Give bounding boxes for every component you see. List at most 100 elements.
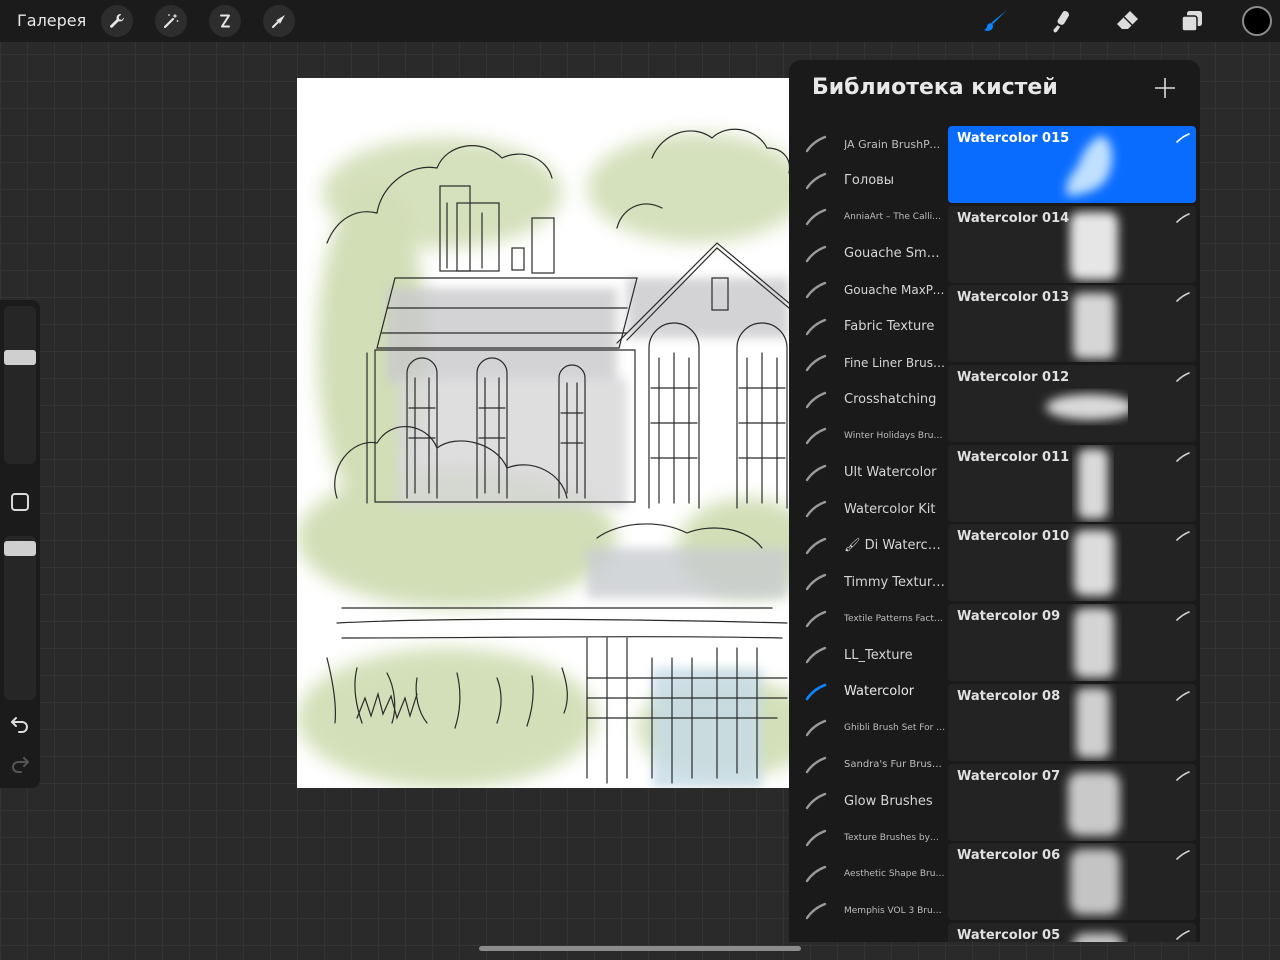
brush-stroke-icon [805,318,827,335]
brush-stroke-icon [805,500,827,518]
brush-card[interactable]: Watercolor 08 [948,683,1196,761]
brush-stroke-icon [805,464,827,481]
brush-set-item[interactable]: Glow Brushes [789,783,948,820]
brush-stroke-icon [805,646,827,664]
brush-stroke-preview [1070,211,1118,280]
smudge-icon [1053,11,1070,33]
brush-set-label: Fine Liner Brushes [844,356,946,371]
home-indicator[interactable] [479,946,801,951]
brush-set-label: JA Grain BrushPack [844,137,946,151]
pressure-icon [1176,292,1190,303]
brush-set-item[interactable]: Sandra's Fur Brushes [789,747,948,784]
brush-set-item[interactable]: Texture Brushes by… [789,820,948,857]
pressure-icon [1176,770,1190,781]
brush-set-label: Textile Patterns Factory [844,613,946,624]
brush-set-label: Gouache Smudge [844,246,946,262]
opacity-thumb[interactable] [4,541,36,556]
brush-set-label: Crosshatching [844,392,937,408]
layers-icon [1181,11,1202,32]
brush-set-item-active[interactable]: Watercolor [789,674,948,711]
brush-stroke-icon [805,537,827,554]
brush-tool[interactable] [980,6,1010,36]
brush-card[interactable]: Watercolor 011 [948,444,1196,522]
pressure-icon [1176,531,1190,542]
brush-stroke-icon [805,792,827,810]
brush-set-item[interactable]: Memphis VOL 3 Brushes [789,893,948,930]
brush-stroke-icon [805,391,827,408]
brush-set-item[interactable]: Watercolor Kit [789,491,948,528]
transform-button[interactable] [263,5,295,37]
eraser-tool[interactable] [1112,6,1142,36]
drawing-canvas[interactable] [297,78,789,788]
brush-card[interactable]: Watercolor 014 [948,205,1196,283]
plus-icon[interactable] [1153,76,1177,100]
brush-card[interactable]: Watercolor 010 [948,524,1196,602]
opacity-slider[interactable] [4,536,36,700]
brush-set-item[interactable]: Ult Watercolor [789,455,948,492]
undo-icon[interactable] [8,712,32,736]
brush-set-item[interactable]: Fabric Texture [789,309,948,346]
brush-set-item[interactable]: 🖌 Di Watercolor [789,528,948,565]
brush-set-label: AnniaArt – The Calligraphy… [844,212,946,223]
transform-arrow-icon [272,15,285,28]
brush-set-item[interactable]: Textile Patterns Factory [789,601,948,638]
brush-set-item[interactable]: Ghibli Brush Set For Procreate [789,710,948,747]
layers-tool[interactable] [1177,6,1207,36]
magic-wand-icon [163,13,179,29]
brush-stroke-icon [805,756,827,773]
brush-card[interactable]: Watercolor 012 [948,365,1196,443]
brush-size-slider[interactable] [4,306,36,464]
actions-button[interactable] [101,5,133,37]
brush-set-label: Головы [844,173,895,189]
eraser-icon [1117,11,1138,29]
brush-set-item[interactable]: LL_Texture [789,637,948,674]
brush-stroke-preview [1073,932,1123,942]
pressure-icon [1176,451,1190,462]
pressure-icon [1176,372,1190,382]
smudge-tool[interactable] [1046,6,1076,36]
brush-set-item[interactable]: Winter Holidays Brushes [789,418,948,455]
brush-set-item[interactable]: Gouache MaxPack [789,272,948,309]
brush-card[interactable]: Watercolor 09 [948,604,1196,682]
brush-card[interactable]: Watercolor 013 [948,285,1196,363]
adjustments-button[interactable] [155,5,187,37]
brush-card[interactable]: Watercolor 06 [948,843,1196,921]
brush-set-item[interactable]: Crosshatching [789,382,948,419]
pressure-icon [1176,850,1190,860]
modify-button[interactable] [11,493,29,511]
brush-card-selected[interactable]: Watercolor 015 [948,126,1196,203]
brush-set-item[interactable]: Gouache Smudge [789,236,948,273]
brush-stroke-icon [805,902,827,919]
brush-stroke-icon [805,354,827,372]
gallery-button[interactable]: Галерея [17,11,86,30]
selection-button[interactable] [209,5,241,37]
brush-stroke-icon [805,683,827,700]
brush-set-label: Watercolor [844,684,915,700]
brush-library-panel: Библиотека кистей JA Grain BrushPack Гол… [789,60,1200,942]
brush-set-item[interactable]: Timmy Textures [789,564,948,601]
brush-set-label: Watercolor Kit [844,501,936,517]
brushes-list: Watercolor 015 Watercolor 014 Watercolor… [948,126,1196,942]
color-picker-button[interactable] [1242,6,1272,36]
brush-stroke-icon [805,829,827,846]
brush-icon [984,10,1007,31]
brush-stroke-icon [805,245,827,262]
brush-set-item[interactable]: JA Grain BrushPack [789,126,948,163]
brush-set-item[interactable]: Головы [789,163,948,200]
house-sketch-artwork [297,128,789,788]
brush-set-label: Winter Holidays Brushes [844,431,946,442]
brush-set-item[interactable]: Aesthetic Shape Brushes [789,856,948,893]
brush-set-item[interactable]: Fine Liner Brushes [789,345,948,382]
left-sidebar [0,300,40,788]
brush-stroke-icon [805,135,827,153]
brush-set-item[interactable]: AnniaArt – The Calligraphy… [789,199,948,236]
redo-icon[interactable] [8,752,32,776]
brush-stroke-icon [805,865,827,883]
brush-stroke-icon [805,208,827,226]
brush-card[interactable]: Watercolor 05 [948,922,1196,942]
brush-stroke-preview [1074,608,1114,679]
brush-set-label: Sandra's Fur Brushes [844,759,946,771]
brush-size-thumb[interactable] [4,350,36,365]
brush-card[interactable]: Watercolor 07 [948,763,1196,841]
pressure-icon [1176,691,1190,701]
